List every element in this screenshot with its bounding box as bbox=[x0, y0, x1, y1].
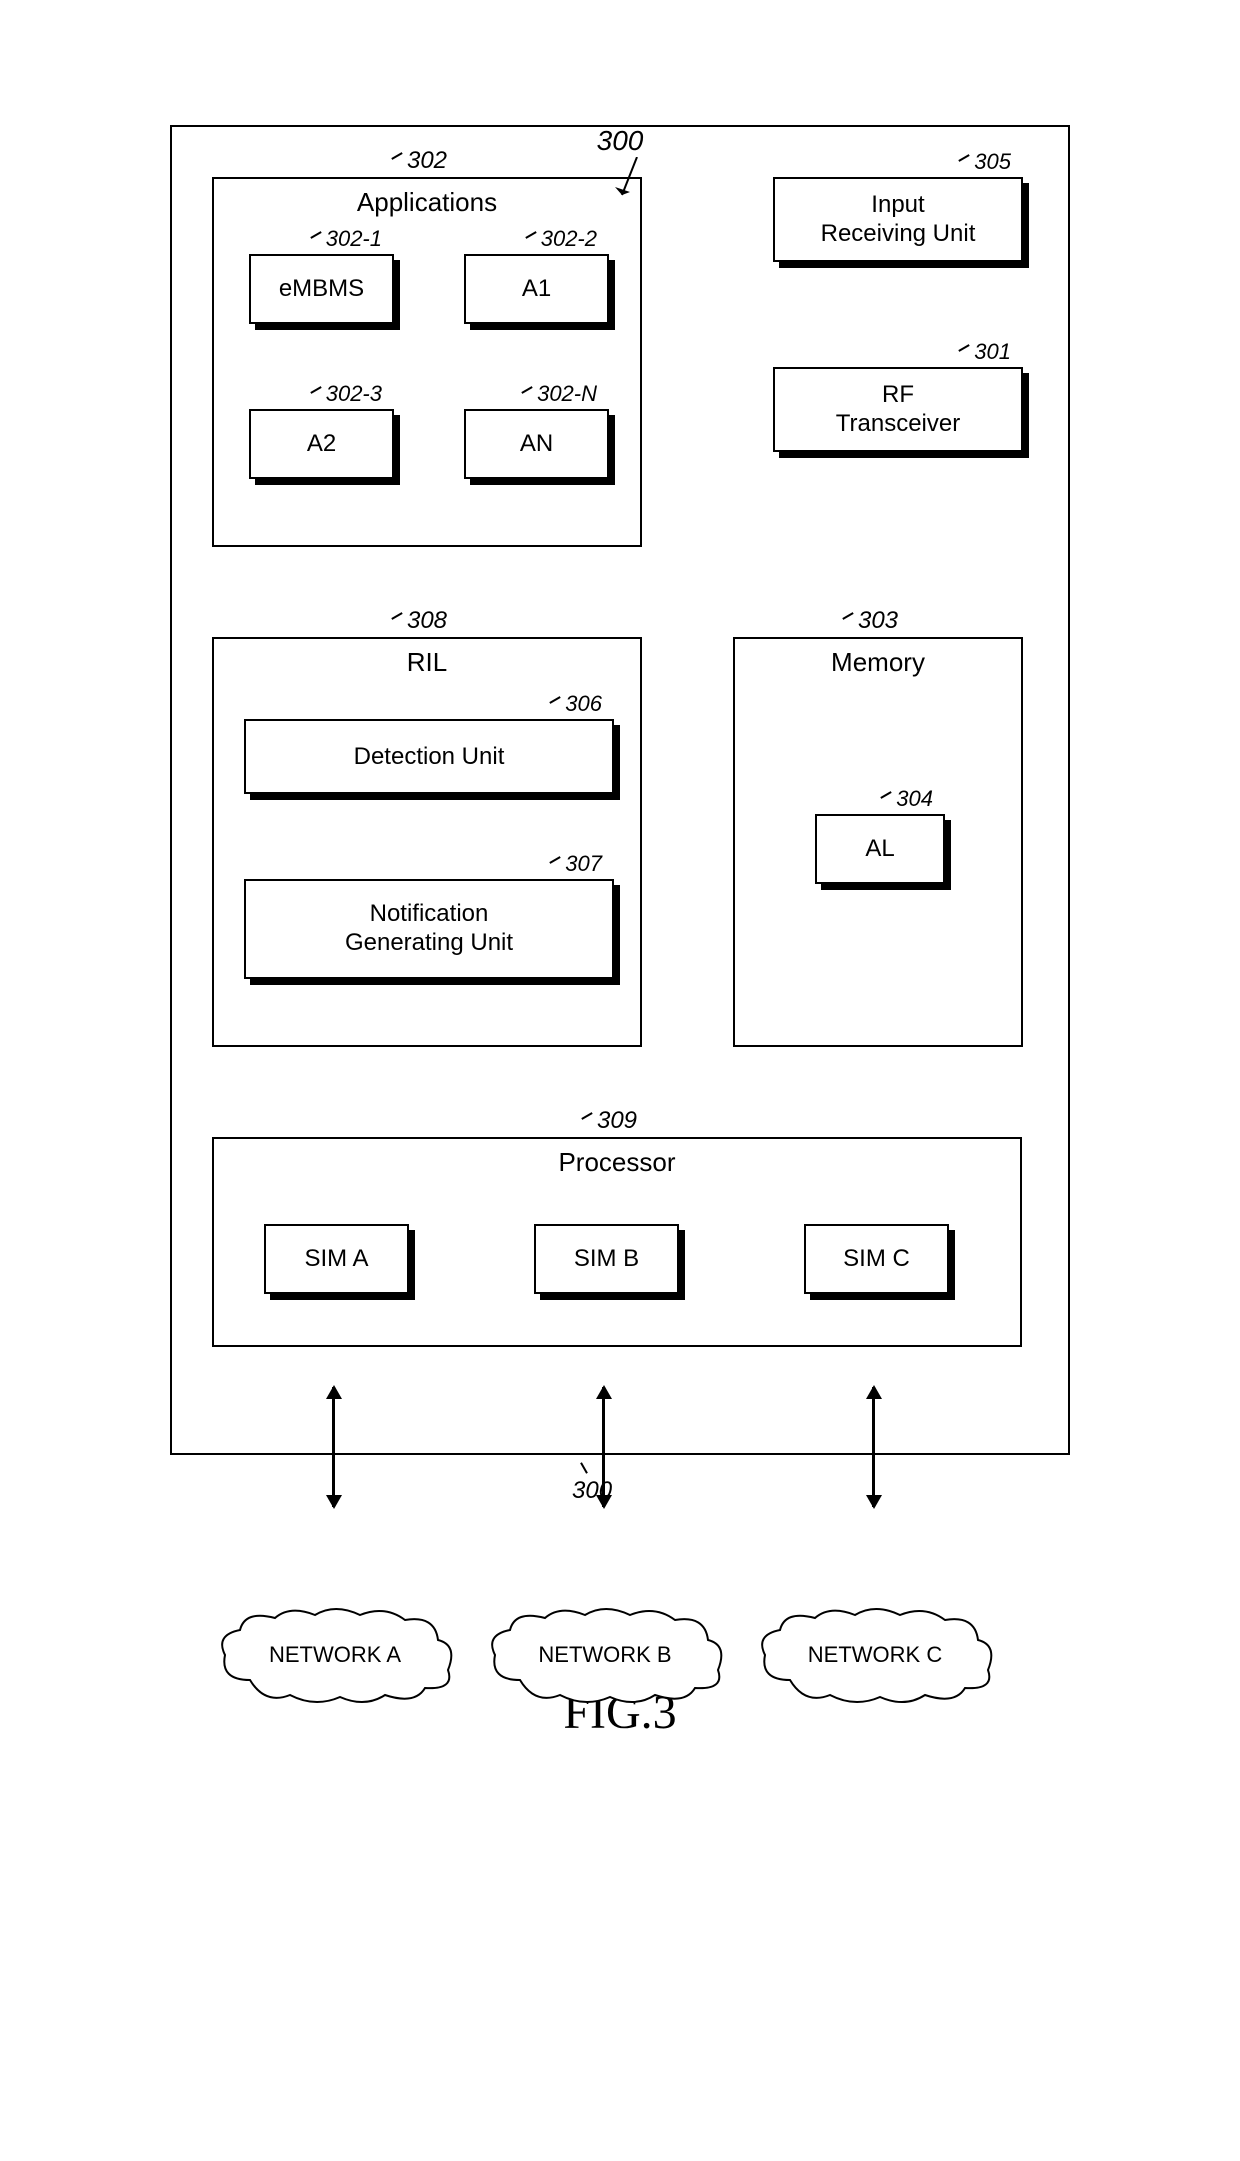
main-box: 302 Applications 302-1 eMBMS 302-2 A1 30… bbox=[170, 125, 1070, 1455]
box-rf-transceiver: 301 RFTransceiver bbox=[773, 367, 1023, 452]
box-al: 304 AL bbox=[815, 814, 945, 884]
processor-label: 309 bbox=[597, 1107, 637, 1134]
ril-title: RIL bbox=[214, 647, 640, 678]
processor-container: 309 Processor SIM A SIM B SIM C bbox=[212, 1137, 1022, 1347]
box-sim-c: SIM C bbox=[804, 1224, 949, 1294]
box-sim-b: SIM B bbox=[534, 1224, 679, 1294]
box-embms: 302-1 eMBMS bbox=[249, 254, 394, 324]
processor-title: Processor bbox=[214, 1147, 1020, 1178]
box-an: 302-N AN bbox=[464, 409, 609, 479]
memory-container: 303 Memory 304 AL bbox=[733, 637, 1023, 1047]
memory-label: 303 bbox=[858, 607, 898, 634]
memory-title: Memory bbox=[735, 647, 1021, 678]
applications-label: 302 bbox=[407, 147, 447, 174]
box-a1: 302-2 A1 bbox=[464, 254, 609, 324]
diagram-container: 300 302 Applications 302-1 eMBMS 302-2 A… bbox=[170, 125, 1070, 1740]
ril-label: 308 bbox=[407, 607, 447, 634]
box-detection: 306 Detection Unit bbox=[244, 719, 614, 794]
box-a2: 302-3 A2 bbox=[249, 409, 394, 479]
connector-c bbox=[872, 1387, 875, 1507]
box-input-receiving: 305 InputReceiving Unit bbox=[773, 177, 1023, 262]
box-notification: 307 NotificationGenerating Unit bbox=[244, 879, 614, 979]
cloud-network-b: NETWORK B bbox=[480, 1600, 730, 1710]
cloud-network-c: NETWORK C bbox=[750, 1600, 1000, 1710]
applications-container: 302 Applications 302-1 eMBMS 302-2 A1 30… bbox=[212, 177, 642, 547]
cloud-network-a: NETWORK A bbox=[210, 1600, 460, 1710]
connector-label-300: 300 bbox=[572, 1477, 612, 1505]
box-sim-a: SIM A bbox=[264, 1224, 409, 1294]
connector-a bbox=[332, 1387, 335, 1507]
ril-container: 308 RIL 306 Detection Unit 307 Notificat… bbox=[212, 637, 642, 1047]
applications-title: Applications bbox=[214, 187, 640, 218]
